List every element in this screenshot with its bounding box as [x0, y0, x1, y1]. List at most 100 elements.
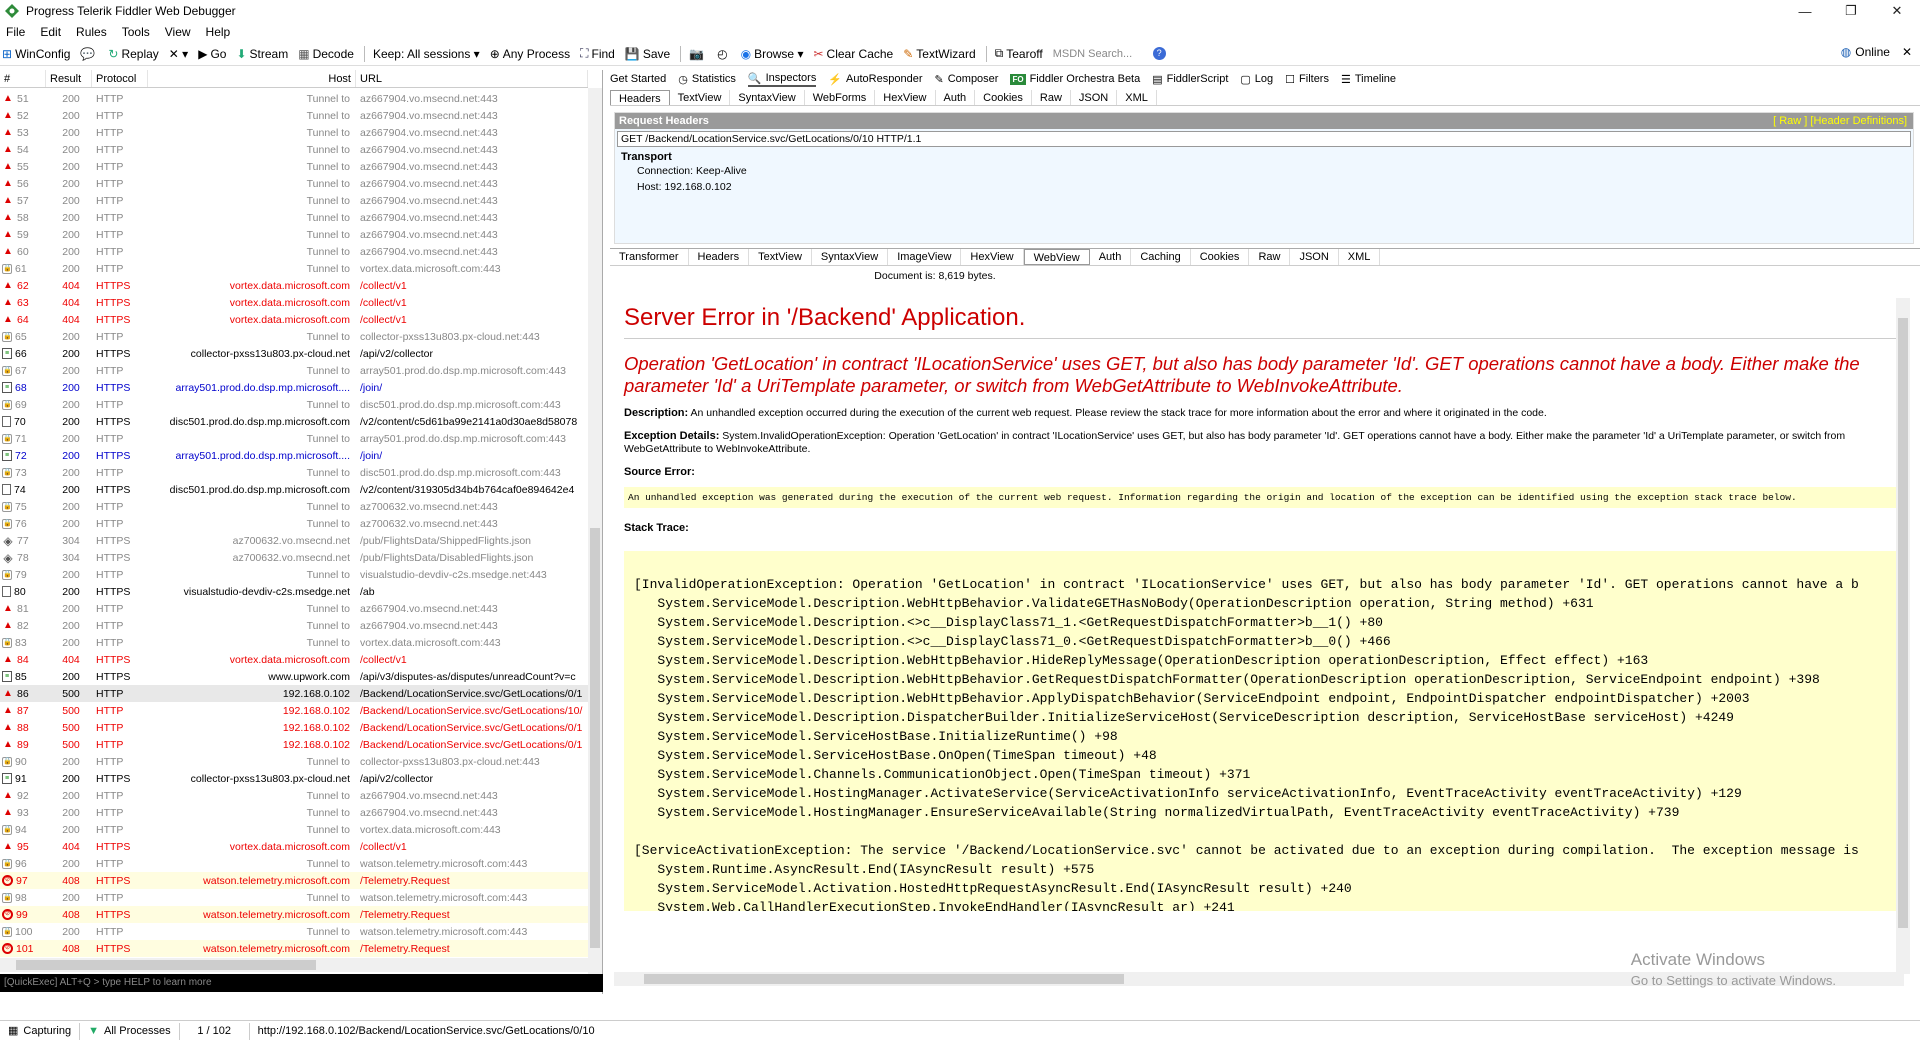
scrollbar-thumb[interactable] — [590, 528, 600, 948]
table-row[interactable]: ▲ 63 404 HTTPS vortex.data.microsoft.com/col… — [0, 294, 588, 311]
table-row[interactable]: ▲ 57 200 HTTP Tunnel to az667904.vo.msecnd.ne… — [0, 192, 588, 209]
table-row[interactable]: ≡ 72 200 HTTPS array501.prod.do.dsp.mp.micro… — [0, 447, 588, 464]
table-row[interactable]: 🔒 76 200 HTTP Tunnel to az700632.vo.msecnd.ne… — [0, 515, 588, 532]
table-row[interactable]: 🔒 98 200 HTTP Tunnel to watson.telemetry.micr… — [0, 889, 588, 906]
response-tab-webview[interactable]: WebView — [1023, 249, 1090, 265]
table-row[interactable]: 🔒 79 200 HTTP Tunnel to visualstudio-devdiv-c… — [0, 566, 588, 583]
menu-tools[interactable]: Tools — [122, 25, 150, 39]
save-button[interactable]: 💾 Save — [625, 47, 670, 61]
col-header-host[interactable]: Host — [148, 70, 356, 87]
scrollbar-thumb[interactable] — [1898, 318, 1908, 928]
quickexec-input[interactable]: [QuickExec] ALT+Q > type HELP to learn m… — [0, 974, 603, 992]
table-row[interactable]: ▲ 64 404 HTTPS vortex.data.microsoft.com/col… — [0, 311, 588, 328]
response-tab-imageview[interactable]: ImageView — [888, 249, 962, 265]
minimize-button[interactable]: — — [1782, 0, 1828, 22]
decode-button[interactable]: ▦ Decode — [298, 47, 354, 61]
table-row[interactable]: 🔒 69 200 HTTP Tunnel to disc501.prod.do.dsp.m… — [0, 396, 588, 413]
sessions-horizontal-scrollbar[interactable] — [0, 958, 588, 972]
sessions-vertical-scrollbar[interactable] — [588, 88, 602, 974]
col-header-protocol[interactable]: Protocol — [92, 70, 148, 87]
request-tab-raw[interactable]: Raw — [1032, 90, 1071, 105]
toolbar-close-button[interactable]: ✕ — [1902, 45, 1912, 59]
table-row[interactable]: ▲ 55 200 HTTP Tunnel to az667904.vo.msecnd.ne… — [0, 158, 588, 175]
table-row[interactable]: ▲ 95 404 HTTPS vortex.data.microsoft.com/col… — [0, 838, 588, 855]
tab-log[interactable]: ▢ Log — [1240, 73, 1273, 86]
col-header-result[interactable]: Result — [46, 70, 92, 87]
timer-button[interactable]: ◴ — [717, 47, 730, 61]
request-tab-syntaxview[interactable]: SyntaxView — [730, 90, 805, 105]
response-tab-xml[interactable]: XML — [1339, 249, 1381, 265]
table-row[interactable]: ▲ 59 200 HTTP Tunnel to az667904.vo.msecnd.ne… — [0, 226, 588, 243]
browse-button[interactable]: ◉ Browse ▾ — [741, 47, 804, 61]
table-row[interactable]: 74 200 HTTPS disc501.prod.do.dsp.mp.microso… — [0, 481, 588, 498]
scrollbar-thumb[interactable] — [16, 960, 316, 970]
replay-button[interactable]: ↻ Replay — [108, 47, 158, 61]
table-row[interactable]: ▲ 93 200 HTTP Tunnel to az667904.vo.msecnd.ne… — [0, 804, 588, 821]
winconfig-button[interactable]: ⊞ WinConfig — [2, 47, 70, 61]
textwizard-button[interactable]: ✎ TextWizard — [903, 47, 975, 61]
response-tab-json[interactable]: JSON — [1290, 249, 1339, 265]
tab-filters[interactable]: ☐ Filters — [1285, 73, 1329, 86]
capturing-toggle[interactable]: ▦ Capturing — [0, 1022, 81, 1040]
table-row[interactable]: 🔒 96 200 HTTP Tunnel to watson.telemetry.micr… — [0, 855, 588, 872]
response-tab-raw[interactable]: Raw — [1249, 249, 1291, 265]
table-row[interactable]: ▲ 51 200 HTTP Tunnel to az667904.vo.msecnd.ne… — [0, 90, 588, 107]
response-tab-caching[interactable]: Caching — [1131, 249, 1191, 265]
table-row[interactable]: ▲ 53 200 HTTP Tunnel to az667904.vo.msecnd.ne… — [0, 124, 588, 141]
table-row[interactable]: ▲ 86 500 HTTP 192.168.0.102/Backend/Location… — [0, 685, 588, 702]
response-tab-auth[interactable]: Auth — [1090, 249, 1132, 265]
table-row[interactable]: ≡ 85 200 HTTPS www.upwork.com/api/v3/dispute… — [0, 668, 588, 685]
menu-edit[interactable]: Edit — [40, 25, 61, 39]
tab-fiddler-orchestra-beta[interactable]: FO Fiddler Orchestra Beta — [1010, 73, 1140, 85]
tab-fiddlerscript[interactable]: ▤ FiddlerScript — [1152, 73, 1228, 86]
table-row[interactable]: ◈ 77 304 HTTPS az700632.vo.msecnd.net/pub/Fl… — [0, 532, 588, 549]
table-row[interactable]: ⊘ 99 408 HTTPS watson.telemetry.microsoft.co… — [0, 906, 588, 923]
tab-inspectors[interactable]: 🔍 Inspectors — [747, 72, 817, 87]
help-button[interactable]: ? — [1152, 47, 1169, 60]
tab-timeline[interactable]: ☰ Timeline — [1341, 73, 1396, 86]
table-row[interactable]: 🔒 83 200 HTTP Tunnel to vortex.data.microsoft… — [0, 634, 588, 651]
col-header-number[interactable]: # — [0, 70, 46, 87]
menu-view[interactable]: View — [165, 25, 191, 39]
table-row[interactable]: ◈ 78 304 HTTPS az700632.vo.msecnd.net/pub/Fl… — [0, 549, 588, 566]
table-row[interactable]: ≡ 66 200 HTTPS collector-pxss13u803.px-cloud… — [0, 345, 588, 362]
request-tab-webforms[interactable]: WebForms — [805, 90, 876, 105]
find-button[interactable]: ⛶ Find — [580, 46, 615, 61]
scrollbar-thumb[interactable] — [644, 974, 1124, 984]
keep-sessions-dropdown[interactable]: Keep: All sessions ▾ — [373, 47, 480, 61]
response-tab-transformer[interactable]: Transformer — [610, 249, 689, 265]
menu-help[interactable]: Help — [206, 25, 231, 39]
col-header-url[interactable]: URL — [356, 70, 588, 87]
menu-rules[interactable]: Rules — [76, 25, 107, 39]
request-tab-xml[interactable]: XML — [1117, 90, 1157, 105]
clear-cache-button[interactable]: ✂ Clear Cache — [813, 47, 893, 61]
table-row[interactable]: ▲ 82 200 HTTP Tunnel to az667904.vo.msecnd.ne… — [0, 617, 588, 634]
tab-statistics[interactable]: ◷ Statistics — [678, 73, 736, 86]
request-tab-hexview[interactable]: HexView — [875, 90, 936, 105]
response-tab-syntaxview[interactable]: SyntaxView — [812, 249, 889, 265]
comment-button[interactable]: 💬 — [80, 47, 98, 61]
table-row[interactable]: 🔒 100 200 HTTP Tunnel to watson.telemetry.mic… — [0, 923, 588, 940]
table-row[interactable]: ▲ 60 200 HTTP Tunnel to az667904.vo.msecnd.ne… — [0, 243, 588, 260]
table-row[interactable]: ▲ 84 404 HTTPS vortex.data.microsoft.com/col… — [0, 651, 588, 668]
request-tab-headers[interactable]: Headers — [610, 90, 670, 105]
table-row[interactable]: 🔒 67 200 HTTP Tunnel to array501.prod.do.dsp.… — [0, 362, 588, 379]
header-links[interactable]: [ Raw ] [Header Definitions] — [1773, 113, 1907, 129]
tab-get-started[interactable]: Get Started — [610, 73, 666, 85]
table-row[interactable]: 70 200 HTTPS disc501.prod.do.dsp.mp.microso… — [0, 413, 588, 430]
table-row[interactable]: ▲ 54 200 HTTP Tunnel to az667904.vo.msecnd.ne… — [0, 141, 588, 158]
table-row[interactable]: 🔒 90 200 HTTP Tunnel to collector-pxss13u803.… — [0, 753, 588, 770]
process-filter[interactable]: ▼ All Processes — [80, 1022, 180, 1040]
msdn-search-input[interactable]: MSDN Search... — [1053, 48, 1143, 60]
table-row[interactable]: ⊘ 101 408 HTTPS watson.telemetry.microsoft.c… — [0, 940, 588, 957]
table-row[interactable]: ≡ 91 200 HTTPS collector-pxss13u803.px-cloud… — [0, 770, 588, 787]
request-tab-textview[interactable]: TextView — [670, 90, 731, 105]
table-row[interactable]: 80 200 HTTPS visualstudio-devdiv-c2s.msedge… — [0, 583, 588, 600]
request-tab-cookies[interactable]: Cookies — [975, 90, 1032, 105]
table-row[interactable]: ≡ 68 200 HTTPS array501.prod.do.dsp.mp.micro… — [0, 379, 588, 396]
stream-button[interactable]: ⬇ Stream — [236, 47, 288, 61]
table-row[interactable]: 🔒 94 200 HTTP Tunnel to vortex.data.microsoft… — [0, 821, 588, 838]
menu-file[interactable]: File — [6, 25, 25, 39]
close-button[interactable]: ✕ — [1874, 0, 1920, 22]
response-tab-cookies[interactable]: Cookies — [1191, 249, 1250, 265]
